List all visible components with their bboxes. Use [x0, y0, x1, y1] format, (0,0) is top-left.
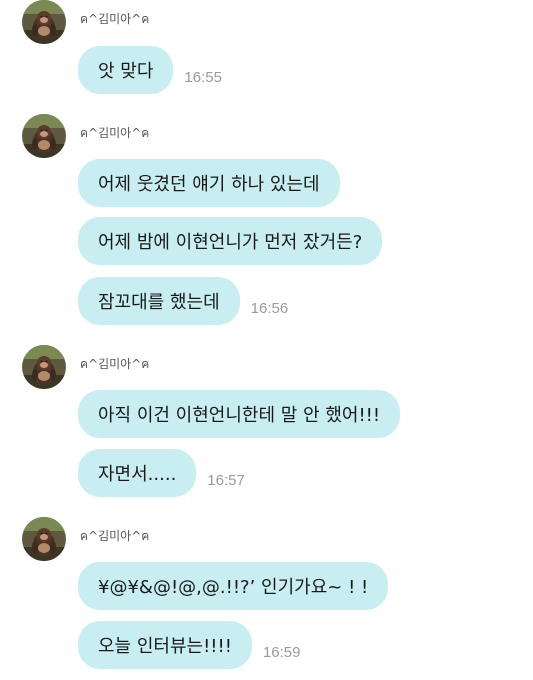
- message-bubble[interactable]: 잠꼬대를 했는데: [78, 277, 240, 325]
- sender-avatar[interactable]: [22, 517, 66, 561]
- sender-avatar[interactable]: [22, 0, 66, 44]
- message-bubble[interactable]: 아직 이건 이현언니한테 말 안 했어!!!: [78, 390, 401, 438]
- message-time: 16:55: [184, 69, 222, 86]
- message-bubble[interactable]: 어제 밤에 이현언니가 먼저 잤거든?: [78, 217, 383, 265]
- sender-avatar[interactable]: [22, 114, 66, 158]
- sender-name: ค^김미아^ค: [80, 357, 150, 371]
- monkey-avatar-icon: [22, 345, 66, 389]
- message-bubble[interactable]: 오늘 인터뷰는!!!!: [78, 621, 252, 669]
- message-row: 오늘 인터뷰는!!!! 16:59: [78, 621, 301, 669]
- chat-room[interactable]: ค^김미아^ค 앗 맞다 16:55 ค^김미아^ค 어제 웃겼던 얘기 하나 …: [0, 0, 533, 680]
- sender-avatar[interactable]: [22, 345, 66, 389]
- message-time: 16:57: [207, 472, 245, 489]
- message-bubble[interactable]: 자면서.....: [78, 449, 197, 497]
- message-bubble[interactable]: 어제 웃겼던 얘기 하나 있는데: [78, 159, 340, 207]
- message-bubble[interactable]: 앗 맞다: [78, 46, 174, 94]
- sender-name: ค^김미아^ค: [80, 12, 150, 26]
- message-row: 잠꼬대를 했는데 16:56: [78, 277, 288, 325]
- monkey-avatar-icon: [22, 517, 66, 561]
- message-row: 자면서..... 16:57: [78, 449, 245, 497]
- message-row: 앗 맞다 16:55: [78, 46, 222, 94]
- message-row: ¥@¥&@!@,@.!!?’ 인기가요~ ! !: [78, 562, 389, 610]
- sender-name: ค^김미아^ค: [80, 529, 150, 543]
- monkey-avatar-icon: [22, 114, 66, 158]
- message-time: 16:56: [250, 300, 289, 317]
- sender-name: ค^김미아^ค: [80, 126, 150, 140]
- message-row: 아직 이건 이현언니한테 말 안 했어!!!: [78, 390, 401, 438]
- message-row: 어제 밤에 이현언니가 먼저 잤거든?: [78, 217, 383, 265]
- message-bubble[interactable]: ¥@¥&@!@,@.!!?’ 인기가요~ ! !: [78, 562, 389, 610]
- monkey-avatar-icon: [22, 0, 66, 44]
- message-row: 어제 웃겼던 얘기 하나 있는데: [78, 159, 340, 207]
- message-time: 16:59: [262, 644, 301, 661]
